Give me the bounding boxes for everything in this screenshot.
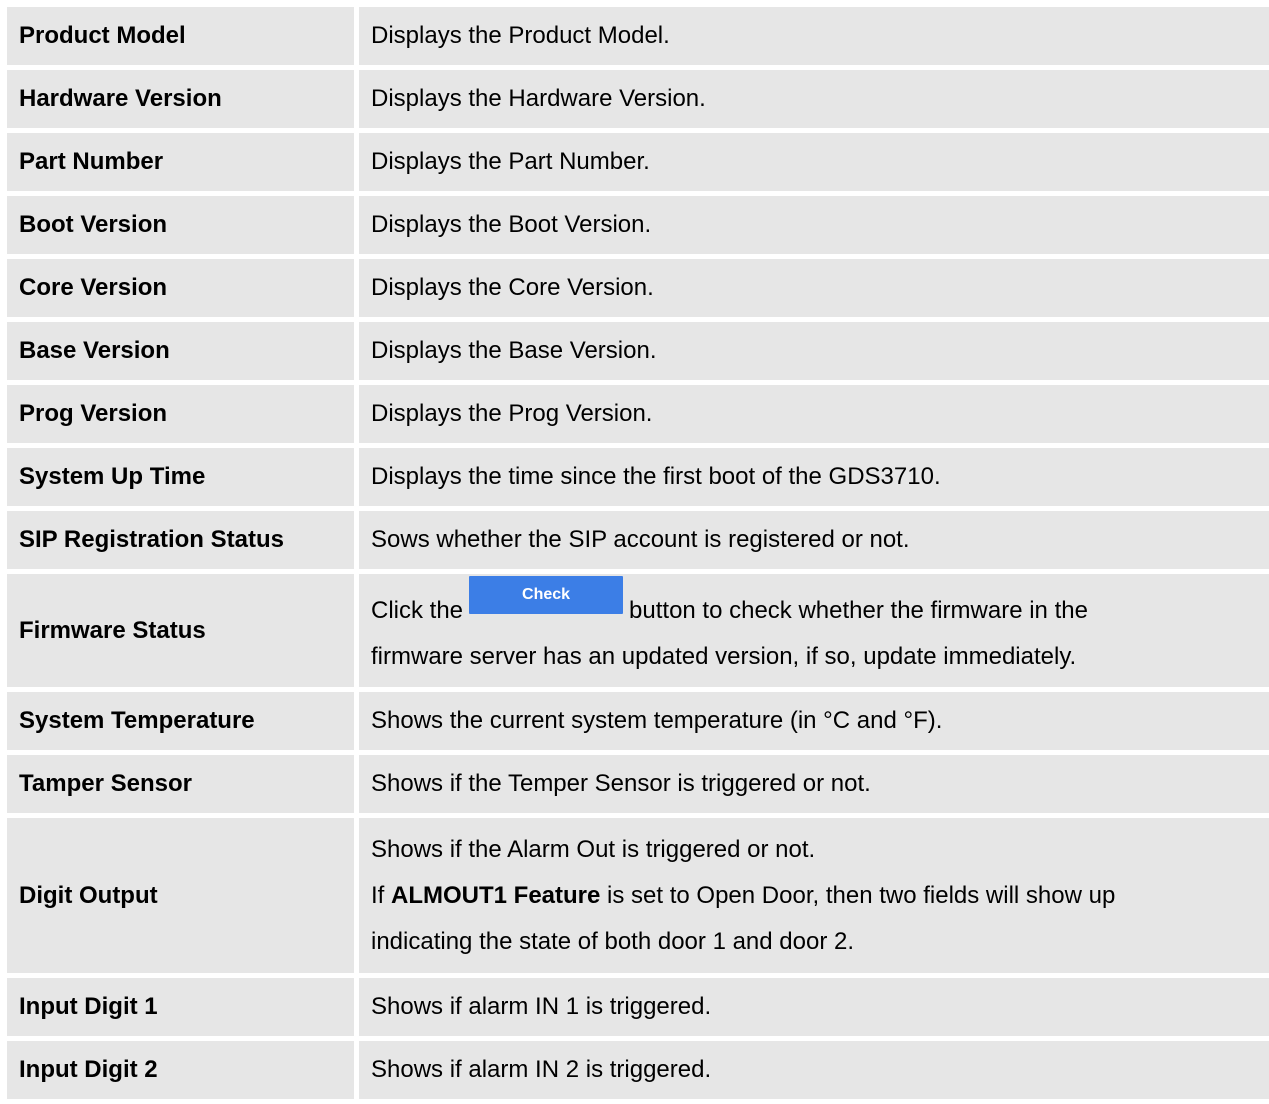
description-text: Shows if alarm IN 2 is triggered. bbox=[371, 1056, 712, 1083]
row-description: Displays the time since the first boot o… bbox=[359, 448, 1269, 506]
row-description: Displays the Part Number. bbox=[359, 133, 1269, 191]
table-row: Product Model Displays the Product Model… bbox=[7, 7, 1269, 65]
row-description: Shows if the Alarm Out is triggered or n… bbox=[359, 818, 1269, 973]
row-description: Displays the Prog Version. bbox=[359, 385, 1269, 443]
row-description: Displays the Product Model. bbox=[359, 7, 1269, 65]
table-row: System Up Time Displays the time since t… bbox=[7, 448, 1269, 506]
row-description: Displays the Base Version. bbox=[359, 322, 1269, 380]
description-text: Displays the Hardware Version. bbox=[371, 85, 706, 112]
row-label: Boot Version bbox=[7, 196, 354, 254]
description-text: If bbox=[371, 881, 385, 909]
table-row: Hardware Version Displays the Hardware V… bbox=[7, 70, 1269, 128]
row-description: Shows the current system temperature (in… bbox=[359, 692, 1269, 750]
description-text: Shows the current system temperature (in… bbox=[371, 707, 943, 734]
description-text: Sows whether the SIP account is register… bbox=[371, 526, 910, 553]
description-line: firmware server has an updated version, … bbox=[371, 642, 1077, 670]
description-line: Click theCheckbutton to check whether th… bbox=[371, 575, 1088, 634]
table-row: Boot Version Displays the Boot Version. bbox=[7, 196, 1269, 254]
row-description: Click theCheckbutton to check whether th… bbox=[359, 574, 1269, 687]
description-text: Displays the Base Version. bbox=[371, 337, 657, 364]
description-text: Shows if the Temper Sensor is triggered … bbox=[371, 770, 871, 797]
description-text: Shows if alarm IN 1 is triggered. bbox=[371, 993, 712, 1020]
description-text: Displays the Core Version. bbox=[371, 274, 654, 301]
row-label: SIP Registration Status bbox=[7, 511, 354, 569]
table-row: Part Number Displays the Part Number. bbox=[7, 133, 1269, 191]
description-line: Shows if the Alarm Out is triggered or n… bbox=[371, 835, 816, 863]
row-label: Input Digit 2 bbox=[7, 1041, 354, 1099]
status-table: Product Model Displays the Product Model… bbox=[7, 7, 1269, 1104]
row-description: Shows if alarm IN 1 is triggered. bbox=[359, 978, 1269, 1036]
table-row: Input Digit 1 Shows if alarm IN 1 is tri… bbox=[7, 978, 1269, 1036]
description-text: Displays the Part Number. bbox=[371, 148, 650, 175]
row-label: Product Model bbox=[7, 7, 354, 65]
row-label: Hardware Version bbox=[7, 70, 354, 128]
row-description: Shows if alarm IN 2 is triggered. bbox=[359, 1041, 1269, 1099]
description-line: indicating the state of both door 1 and … bbox=[371, 927, 855, 955]
description-text: is set to Open Door, then two fields wil… bbox=[607, 881, 1116, 909]
row-description: Displays the Boot Version. bbox=[359, 196, 1269, 254]
row-description: Shows if the Temper Sensor is triggered … bbox=[359, 755, 1269, 813]
row-label: Part Number bbox=[7, 133, 354, 191]
table-row: Firmware Status Click theCheckbutton to … bbox=[7, 574, 1269, 687]
row-description: Displays the Hardware Version. bbox=[359, 70, 1269, 128]
table-row: Tamper Sensor Shows if the Temper Sensor… bbox=[7, 755, 1269, 813]
table-row: Input Digit 2 Shows if alarm IN 2 is tri… bbox=[7, 1041, 1269, 1099]
description-line: If ALMOUT1 Feature is set to Open Door, … bbox=[371, 873, 1115, 919]
check-button[interactable]: Check bbox=[469, 575, 624, 614]
description-text: Displays the Prog Version. bbox=[371, 400, 653, 427]
row-label: Core Version bbox=[7, 259, 354, 317]
row-description: Displays the Core Version. bbox=[359, 259, 1269, 317]
feature-name: ALMOUT1 Feature bbox=[391, 881, 601, 909]
row-label: Prog Version bbox=[7, 385, 354, 443]
table-row: Digit Output Shows if the Alarm Out is t… bbox=[7, 818, 1269, 973]
description-text: Displays the Product Model. bbox=[371, 22, 670, 49]
description-text: Displays the Boot Version. bbox=[371, 211, 652, 238]
row-label: Digit Output bbox=[7, 818, 354, 973]
row-label: System Up Time bbox=[7, 448, 354, 506]
table-row: SIP Registration Status Sows whether the… bbox=[7, 511, 1269, 569]
row-label: Input Digit 1 bbox=[7, 978, 354, 1036]
table-row: Base Version Displays the Base Version. bbox=[7, 322, 1269, 380]
table-row: System Temperature Shows the current sys… bbox=[7, 692, 1269, 750]
row-label: Firmware Status bbox=[7, 574, 354, 687]
table-row: Prog Version Displays the Prog Version. bbox=[7, 385, 1269, 443]
row-label: Base Version bbox=[7, 322, 354, 380]
row-label: System Temperature bbox=[7, 692, 354, 750]
row-label: Tamper Sensor bbox=[7, 755, 354, 813]
description-text: Displays the time since the first boot o… bbox=[371, 463, 941, 490]
row-description: Sows whether the SIP account is register… bbox=[359, 511, 1269, 569]
description-text: button to check whether the firmware in … bbox=[629, 596, 1088, 624]
table-row: Core Version Displays the Core Version. bbox=[7, 259, 1269, 317]
description-text: Click the bbox=[371, 596, 464, 624]
